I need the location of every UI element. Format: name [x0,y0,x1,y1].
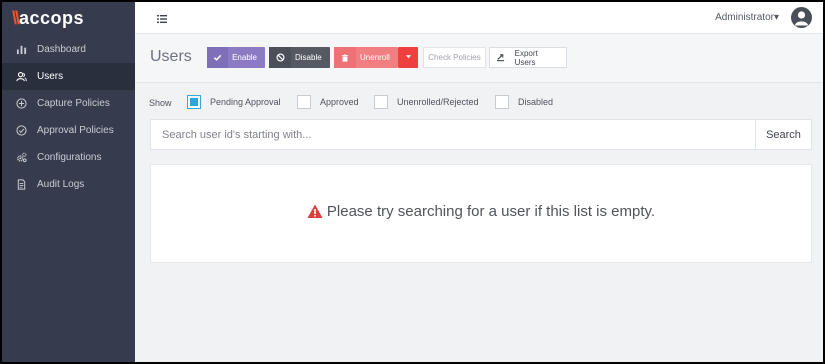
app-frame: \\ accops Dashboard Users Capture Polici… [2,2,823,362]
user-menu[interactable]: Administrator▾ [715,12,779,23]
search-input[interactable] [151,120,756,149]
check-policies-button[interactable]: Check Policies [423,47,486,68]
trash-icon [334,47,356,68]
bar-chart-icon [14,43,28,57]
export-icon [490,47,511,68]
empty-state-message: Please try searching for a user if this … [151,203,811,220]
logo-text: accops [19,7,85,28]
search-bar: Search [150,119,812,150]
disable-button[interactable]: Disable [269,47,330,68]
filter-pending-approval[interactable]: Pending Approval [187,95,281,109]
unenroll-label: Unenroll [360,53,390,62]
sidebar-item-dashboard[interactable]: Dashboard [2,36,135,63]
search-button-label: Search [766,128,801,141]
document-icon [14,178,28,192]
search-button[interactable]: Search [755,120,811,149]
user-name: Administrator [715,12,774,23]
users-icon [14,70,28,84]
filter-label: Pending Approval [210,97,281,107]
sidebar-item-label: Capture Policies [37,98,110,109]
logo[interactable]: \\ accops [2,2,135,34]
enable-label: Enable [232,53,257,62]
filter-label: Disabled [518,97,554,107]
sidebar: \\ accops Dashboard Users Capture Polici… [2,2,135,362]
show-label: Show [149,98,172,108]
ban-icon [269,47,291,68]
empty-state-text: Please try searching for a user if this … [326,203,656,220]
plus-circle-icon [14,97,28,111]
checkbox-approved[interactable] [297,95,311,109]
filter-approved[interactable]: Approved [297,95,359,109]
gears-icon [14,151,28,165]
top-bar: Administrator▾ [135,2,823,34]
caret-down-icon [405,53,412,62]
checkmark-icon [207,47,229,68]
checkbox-disabled[interactable] [495,95,509,109]
checkbox-unenrolled-rejected[interactable] [374,95,388,109]
sidebar-item-users[interactable]: Users [2,63,135,90]
results-panel: Please try searching for a user if this … [150,164,812,263]
warning-icon [307,204,323,218]
disable-label: Disable [295,53,322,62]
filter-label: Approved [320,97,359,107]
sidebar-item-label: Configurations [37,152,102,163]
check-policies-label: Check Policies [428,53,481,62]
user-avatar-icon[interactable] [791,7,812,28]
export-users-button[interactable]: Export Users [489,47,567,68]
page-header: Users Enable Disable Unenroll Check Poli… [135,34,823,83]
filter-disabled[interactable]: Disabled [495,95,553,109]
sidebar-item-label: Audit Logs [37,179,85,190]
unenroll-button[interactable]: Unenroll [334,47,398,68]
enable-button[interactable]: Enable [207,47,265,68]
filter-unenrolled-rejected[interactable]: Unenrolled/Rejected [374,95,479,109]
sidebar-item-audit-logs[interactable]: Audit Logs [2,171,135,198]
sidebar-item-approval-policies[interactable]: Approval Policies [2,117,135,144]
sidebar-item-configurations[interactable]: Configurations [2,144,135,171]
chevron-down-icon: ▾ [773,12,779,23]
check-circle-icon [14,124,28,138]
logo-mark: \\ [12,7,20,28]
unenroll-dropdown-button[interactable] [398,47,418,68]
filter-label: Unenrolled/Rejected [397,97,479,107]
sidebar-item-label: Dashboard [37,44,86,55]
export-users-label: Export Users [514,48,538,67]
sidebar-item-capture-policies[interactable]: Capture Policies [2,90,135,117]
checkbox-pending-approval[interactable] [187,95,201,109]
sidebar-item-label: Approval Policies [37,125,114,136]
sidebar-item-label: Users [37,71,64,82]
page-title: Users [150,48,192,65]
list-menu-icon[interactable] [156,12,168,24]
